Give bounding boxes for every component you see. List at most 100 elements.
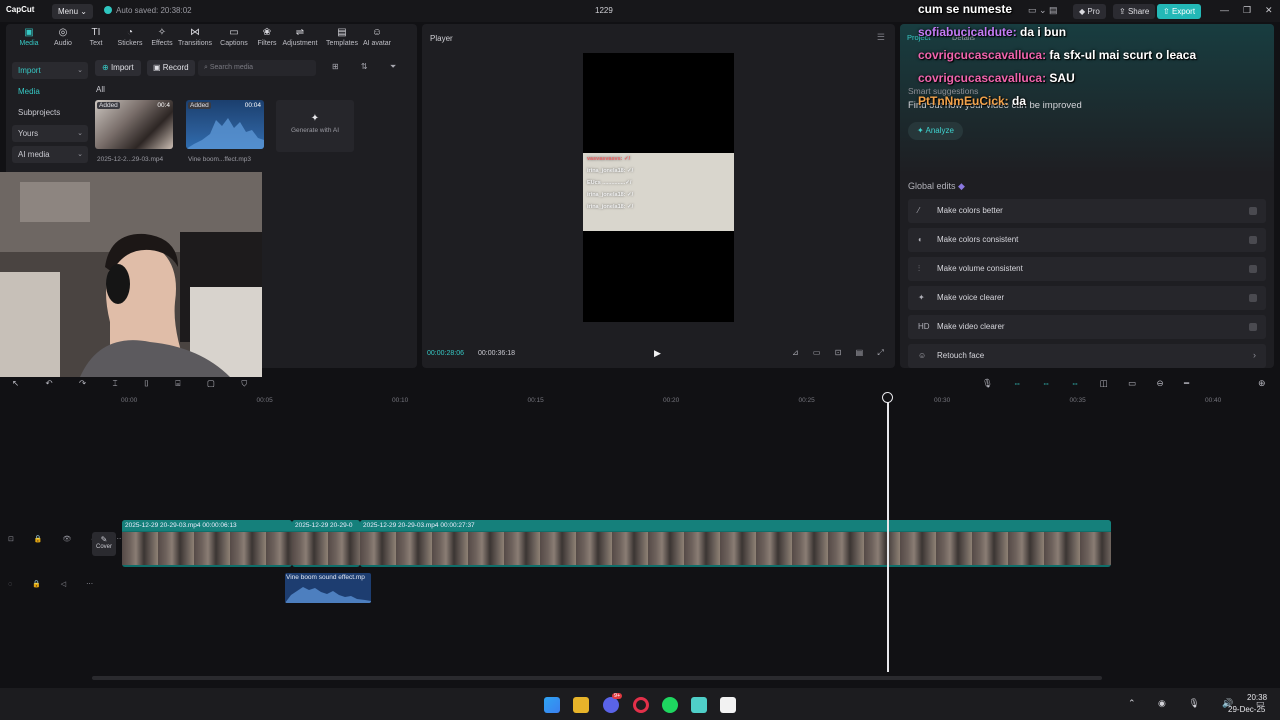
- clip-frames: [122, 532, 292, 565]
- video-clip[interactable]: 2025-12-29 20-29-03.mp4 00:00:06:13: [122, 520, 292, 567]
- cloud-check-icon: [104, 6, 112, 14]
- export-button[interactable]: ⇧ Export: [1157, 4, 1202, 19]
- file-explorer-icon[interactable]: [573, 697, 589, 713]
- global-edit-volume-consistent[interactable]: ⫶ Make volume consistent: [908, 257, 1266, 281]
- zoom-in-icon[interactable]: ⊕: [1258, 378, 1266, 389]
- sidebar-item-ai-media[interactable]: AI media ⌄: [12, 146, 88, 163]
- tab-audio[interactable]: ◎ Audio: [45, 27, 81, 47]
- tab-stickers[interactable]: ◔ Stickers: [112, 27, 148, 47]
- player-panel: Player ☰ vasvasvasvs: ✓/ irina_jonela18:…: [422, 24, 895, 368]
- autosave-status: Auto saved: 20:38:02: [104, 6, 192, 15]
- video-clip[interactable]: 2025-12-29 20-29-03.mp4 00:00:27:37: [360, 520, 1111, 567]
- chat-message: covrigcucascavalluca: fa sfx-ul mai scur…: [918, 48, 1196, 62]
- toggle[interactable]: [1249, 294, 1257, 302]
- tab-effects[interactable]: ✧ Effects: [144, 27, 180, 47]
- player-tools[interactable]: ⊿ ▭ ⊡ ▤ ⤢: [792, 348, 890, 358]
- video-clip[interactable]: 2025-12-29 20-29-0: [292, 520, 360, 567]
- media-view-controls[interactable]: ⊞ ⇅ ⏷: [332, 62, 406, 72]
- link-icon[interactable]: ⇔: [1013, 378, 1031, 388]
- tab-templates[interactable]: ▤ Templates: [324, 27, 360, 47]
- app-icon[interactable]: [691, 697, 707, 713]
- tab-media[interactable]: ▣ Media: [11, 27, 47, 47]
- global-edit-label: Retouch face: [937, 351, 985, 360]
- chat-message: cum se numeste: [918, 2, 1012, 16]
- playhead-handle[interactable]: [882, 392, 893, 403]
- chat-text: da i bun: [1020, 25, 1067, 39]
- media-thumb-audio[interactable]: Added 00:04: [186, 100, 264, 149]
- global-edit-colors-better[interactable]: ⁄ Make colors better: [908, 199, 1266, 223]
- timeline-view-tools[interactable]: 🎙 ⇔ ⇔ ⇔ ◫ ▭ ⊖ ━: [982, 378, 1198, 389]
- search-input[interactable]: ⌕ Search media: [198, 60, 316, 76]
- project-name[interactable]: 1229: [595, 6, 613, 15]
- cover-button[interactable]: ✎ Cover: [92, 532, 116, 556]
- plus-circle-icon: ⊕: [102, 63, 111, 72]
- toggle[interactable]: [1249, 265, 1257, 273]
- audio-clip[interactable]: Vine boom sound effect.mp: [285, 573, 371, 603]
- sidebar-item-import[interactable]: Import ⌄: [12, 62, 88, 79]
- export-label: Export: [1171, 7, 1196, 16]
- timeline-scrollbar[interactable]: [92, 676, 1102, 680]
- tab-ai-avatar[interactable]: ☺ AI avatar: [359, 27, 395, 47]
- layout-icons[interactable]: ▭ ⌄ ▤: [1028, 5, 1058, 16]
- hamburger-icon[interactable]: ☰: [877, 32, 885, 43]
- windows-start-icon[interactable]: [544, 697, 560, 713]
- ruler-tick-label: 00:10: [392, 397, 409, 404]
- play-icon[interactable]: ▶: [654, 348, 661, 359]
- export-icon: ⇧: [1163, 7, 1172, 16]
- toggle[interactable]: [1249, 323, 1257, 331]
- menu-label: Menu: [58, 7, 79, 16]
- minimize-icon[interactable]: —: [1220, 5, 1229, 15]
- pro-button[interactable]: ◆ Pro: [1073, 4, 1106, 19]
- ruler-tick-label: 00:15: [527, 397, 544, 404]
- clock-time: 20:38: [1247, 693, 1268, 702]
- opera-icon[interactable]: [633, 697, 649, 713]
- discord-icon[interactable]: [603, 697, 619, 713]
- media-side-nav: Import ⌄ Media Subprojects Yours ⌄ AI medi…: [12, 62, 88, 167]
- timeline-edit-tools[interactable]: ↖ ↶ ↷ ⌶ ⌷ ⌸ ▢ ⛉: [12, 378, 259, 389]
- toggle[interactable]: [1249, 207, 1257, 215]
- restore-icon[interactable]: ❐: [1243, 5, 1251, 16]
- global-edit-video-clearer[interactable]: HD Make video clearer: [908, 315, 1266, 339]
- chevron-down-icon: ⌄: [77, 151, 83, 158]
- filter-all[interactable]: All: [96, 85, 105, 94]
- stickers-icon: ◔: [126, 27, 134, 38]
- spotify-icon[interactable]: [662, 697, 678, 713]
- player-title: Player: [430, 34, 453, 43]
- chat-text: cum se numeste: [918, 2, 1013, 16]
- media-duration: 00:04: [244, 102, 261, 109]
- sidebar-item-media[interactable]: Media: [12, 83, 88, 100]
- import-label: Import: [110, 63, 134, 72]
- tab-transitions[interactable]: ⋈ Transitions: [177, 27, 213, 47]
- tab-filters[interactable]: ❀ Filters: [249, 27, 285, 47]
- capcut-taskbar-icon[interactable]: [720, 697, 736, 713]
- preview-chat-line: irina_jonela18: ✓/: [587, 168, 634, 174]
- menu-button[interactable]: Menu ⌄: [52, 4, 93, 19]
- tab-captions[interactable]: ▭ Captions: [216, 27, 252, 47]
- media-thumb-video[interactable]: Added 00:4: [95, 100, 173, 149]
- cover-label: Cover: [95, 544, 112, 550]
- toggle[interactable]: [1249, 236, 1257, 244]
- webcam-overlay: [0, 172, 262, 377]
- sidebar-ai-media-label: AI media: [18, 150, 50, 159]
- close-icon[interactable]: ✕: [1265, 5, 1273, 16]
- sidebar-item-yours[interactable]: Yours ⌄: [12, 125, 88, 142]
- import-button[interactable]: ⊕ Import: [95, 60, 141, 76]
- global-edit-retouch-face[interactable]: ☺ Retouch face ›: [908, 344, 1266, 368]
- audio-track-controls[interactable]: ◌ 🔒 ◁ ⋯: [8, 580, 133, 588]
- share-button[interactable]: ⇪ Share: [1113, 4, 1156, 19]
- sidebar-import-label: Import: [18, 66, 41, 75]
- video-preview[interactable]: vasvasvasvs: ✓/ irina_jonela18: ✓/ EUcs …: [583, 53, 734, 322]
- sidebar-item-subprojects[interactable]: Subprojects: [12, 104, 88, 121]
- generate-with-ai-card[interactable]: ✦ Generate with AI: [276, 100, 354, 152]
- record-button[interactable]: ▣ Record: [147, 60, 195, 76]
- magnet-icon[interactable]: ⇔: [1042, 378, 1060, 388]
- global-edit-voice-clearer[interactable]: ✦ Make voice clearer: [908, 286, 1266, 310]
- analyze-button[interactable]: ✦ Analyze: [908, 122, 963, 140]
- tab-text[interactable]: TI Text: [78, 27, 114, 47]
- tab-adjustment[interactable]: ⇌ Adjustment: [282, 27, 318, 47]
- snap-icon[interactable]: ⇔: [1071, 378, 1089, 388]
- global-edit-colors-consistent[interactable]: ◐ Make colors consistent: [908, 228, 1266, 252]
- playhead[interactable]: [887, 394, 889, 672]
- global-edits-label: Global edits: [908, 181, 956, 191]
- timeline-ruler[interactable]: 00:00 00:05 00:10 00:15 00:20 00:25 00:30 00:35…: [88, 393, 1280, 407]
